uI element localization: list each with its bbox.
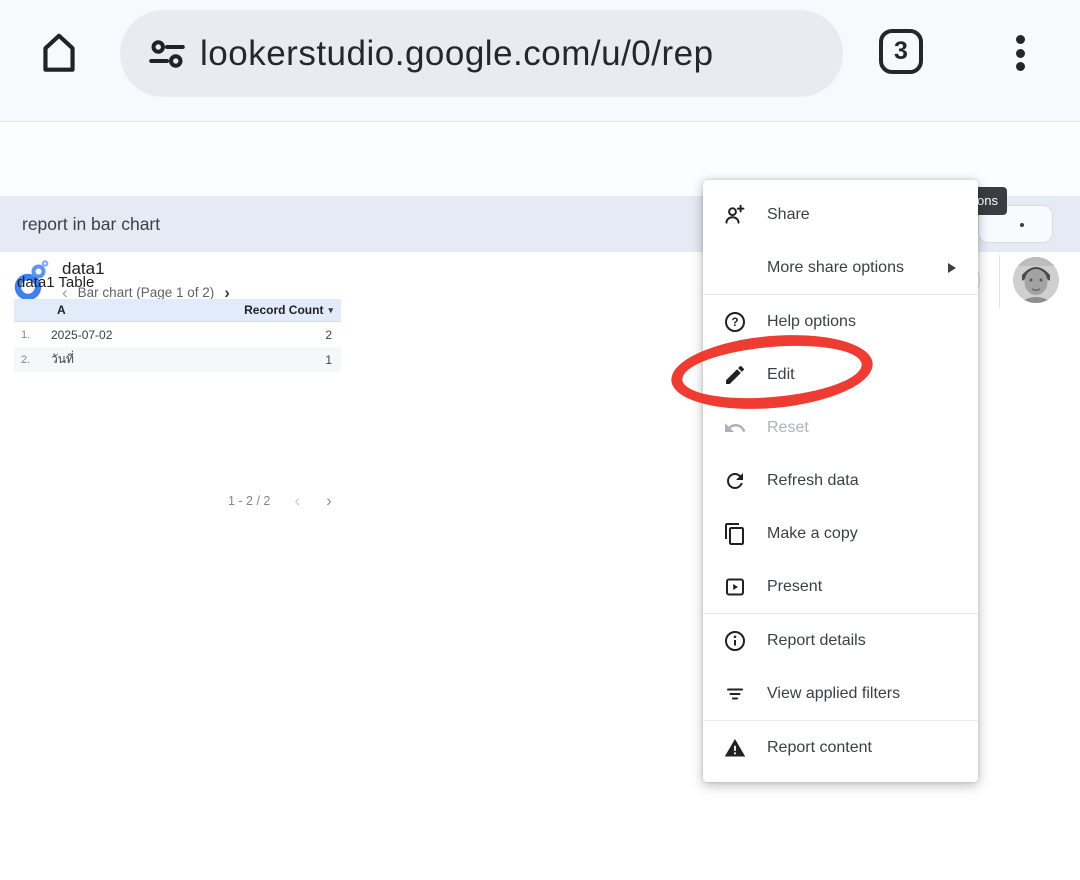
home-icon	[34, 26, 84, 78]
sort-desc-icon: ▾	[328, 305, 333, 316]
table-title: data1 Table	[17, 274, 94, 291]
url-bar[interactable]: lookerstudio.google.com/u/0/rep	[120, 10, 843, 97]
person-add-icon	[723, 203, 747, 227]
breadcrumb-label[interactable]: Bar chart (Page 1 of 2)	[78, 285, 215, 300]
dropdown-dot-icon	[1020, 223, 1024, 227]
menu-item-report-details[interactable]: Report details	[703, 614, 978, 667]
undo-icon	[723, 416, 747, 440]
tab-count: 3	[894, 37, 908, 66]
filter-icon	[723, 682, 747, 706]
banner-text: report in bar chart	[22, 214, 160, 235]
cell-record-count: 2	[325, 328, 332, 342]
menu-item-report-content[interactable]: Report content	[703, 721, 978, 774]
menu-item-view-applied-filters[interactable]: View applied filters	[703, 667, 978, 720]
home-button[interactable]	[33, 25, 85, 79]
svg-text:?: ?	[731, 317, 738, 329]
refresh-icon	[723, 469, 747, 493]
site-settings-icon	[146, 33, 188, 75]
table-row: 1. 2025-07-02 2	[14, 322, 341, 347]
avatar-photo	[1013, 257, 1059, 303]
table-row: 2. วันที่ 1	[14, 347, 341, 372]
table-pagination: 1 - 2 / 2 ‹ ›	[228, 494, 332, 508]
submenu-arrow-icon	[948, 263, 956, 273]
menu-item-refresh-data[interactable]: Refresh data	[703, 454, 978, 507]
browser-menu-button[interactable]	[1008, 33, 1032, 73]
header-divider	[999, 255, 1000, 308]
row-index: 1.	[14, 329, 51, 341]
empty-icon-slot	[723, 256, 747, 280]
menu-item-make-a-copy[interactable]: Make a copy	[703, 507, 978, 560]
info-icon	[723, 629, 747, 653]
pagination-next-icon[interactable]: ›	[326, 494, 332, 508]
tab-switcher-button[interactable]: 3	[879, 29, 923, 74]
browser-top-bar: lookerstudio.google.com/u/0/rep 3	[0, 0, 1080, 122]
present-icon	[723, 575, 747, 599]
column-header-record-count[interactable]: Record Count ▾	[244, 303, 333, 317]
more-options-menu: Share More share options ? Help options …	[703, 180, 978, 782]
kebab-dot	[1016, 62, 1025, 71]
menu-item-more-share-options[interactable]: More share options	[703, 241, 978, 294]
help-icon: ?	[723, 310, 747, 334]
data-table: A Record Count ▾ 1. 2025-07-02 2 2. วันท…	[14, 299, 341, 372]
warning-icon	[723, 736, 747, 760]
cell-record-count: 1	[325, 353, 332, 367]
row-index: 2.	[14, 354, 51, 366]
pagination-prev-icon: ‹	[294, 494, 300, 508]
menu-item-present[interactable]: Present	[703, 560, 978, 613]
kebab-dot	[1016, 35, 1025, 44]
account-avatar[interactable]	[1013, 257, 1059, 303]
copy-icon	[723, 522, 747, 546]
cell-a: 2025-07-02	[51, 328, 325, 342]
page-next-icon[interactable]: ›	[224, 286, 230, 299]
column-header-a[interactable]: A	[57, 303, 66, 317]
menu-item-share[interactable]: Share	[703, 188, 978, 241]
table-header-row: A Record Count ▾	[14, 299, 341, 322]
pagination-label: 1 - 2 / 2	[228, 494, 270, 508]
kebab-dot	[1016, 49, 1025, 58]
url-text: lookerstudio.google.com/u/0/rep	[200, 34, 714, 74]
cell-a: วันที่	[51, 350, 325, 369]
